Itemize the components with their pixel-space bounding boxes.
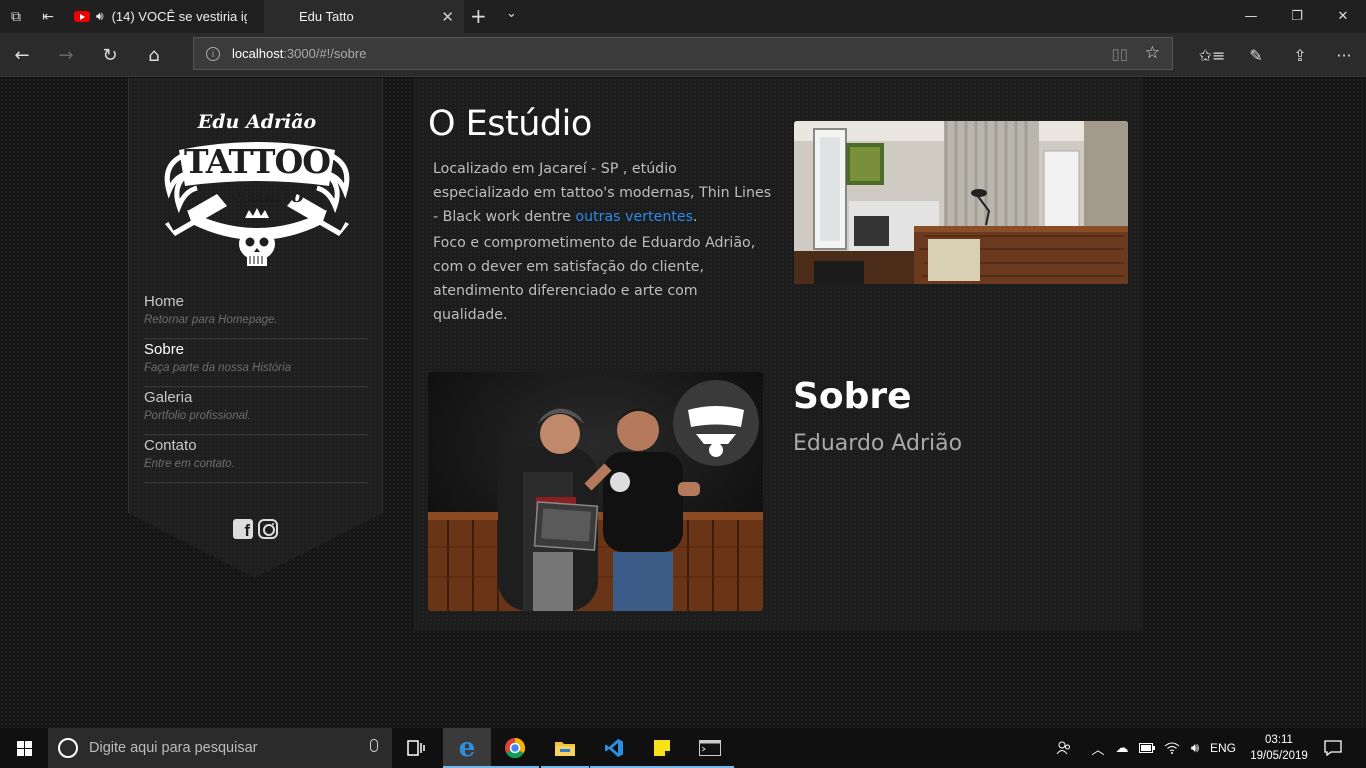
more-icon[interactable]: ···: [1322, 33, 1366, 77]
menu-item-label: Home: [144, 293, 185, 310]
studio-paragraph-2: Foco e comprometimento de Eduardo Adrião…: [433, 235, 756, 323]
studio-description: Localizado em Jacareí - SP , etúdio espe…: [433, 157, 773, 329]
wifi-icon[interactable]: [1160, 728, 1184, 768]
edu-adriao-tattoo-logo[interactable]: Edu Adrião TATTOO Studio: [157, 106, 357, 276]
tab-edu-tatto[interactable]: Edu Tatto ✕: [264, 0, 464, 33]
system-clock[interactable]: 03:11 19/05/2019: [1248, 732, 1310, 764]
reading-view-icon[interactable]: ▯▯: [1111, 45, 1128, 63]
taskbar-search-box[interactable]: Digite aqui para pesquisar: [48, 728, 392, 768]
forward-button[interactable]: →: [44, 33, 88, 77]
menu-item-description: Entre em contato.: [144, 458, 235, 470]
browser-tab-bar: ⧉ ⇤ 🔊︎ (14) VOCÊ se vestiria igual a Edu…: [0, 0, 1366, 33]
minimize-button[interactable]: —: [1228, 0, 1274, 33]
address-toolbar: ← → ↻ ⌂ i localhost:3000/#!/sobre ▯▯ ☆ ✩…: [0, 33, 1366, 77]
show-hidden-icons-chevron[interactable]: ︿: [1088, 728, 1108, 768]
clock-date: 19/05/2019: [1250, 750, 1308, 762]
studio-heading: O Estúdio: [428, 104, 592, 144]
url-path: :3000/#!/sobre: [283, 46, 367, 61]
menu-item-contato[interactable]: Contato Entre em contato.: [144, 435, 368, 483]
social-links: [233, 519, 278, 541]
menu-item-sobre[interactable]: Sobre Faça parte da nossa História: [144, 339, 368, 387]
task-view-icon[interactable]: [392, 728, 440, 768]
url-host: localhost: [232, 46, 284, 61]
terminal-taskbar-icon[interactable]: [686, 728, 734, 768]
instagram-icon[interactable]: [258, 519, 278, 539]
eduardo-adriao-photo: [428, 372, 763, 611]
close-window-button[interactable]: ✕: [1320, 0, 1366, 33]
clock-time: 03:11: [1265, 734, 1293, 746]
refresh-button[interactable]: ↻: [88, 33, 132, 77]
maximize-button[interactable]: ❐: [1274, 0, 1320, 33]
tab-youtube[interactable]: 🔊︎ (14) VOCÊ se vestiria igual a: [64, 0, 264, 33]
favorites-hub-icon[interactable]: ✩≡: [1190, 33, 1234, 77]
menu-item-galeria[interactable]: Galeria Portfolio profissional.: [144, 387, 368, 435]
web-note-icon[interactable]: ✎: [1234, 33, 1278, 77]
menu-item-home[interactable]: Home Retornar para Homepage.: [144, 291, 368, 339]
back-button[interactable]: ←: [0, 33, 44, 77]
battery-icon[interactable]: [1136, 728, 1158, 768]
people-icon[interactable]: [1050, 728, 1078, 768]
windows-taskbar: Digite aqui para pesquisar e ︿ ☁ 🔊︎ ENG …: [0, 728, 1366, 768]
chrome-icon: [505, 737, 526, 759]
close-tab-icon[interactable]: ✕: [441, 8, 454, 26]
input-language[interactable]: ENG: [1208, 728, 1238, 768]
about-subheading: Eduardo Adrião: [793, 431, 963, 456]
vscode-taskbar-icon[interactable]: [590, 728, 638, 768]
main-menu: Home Retornar para Homepage. Sobre Faça …: [144, 291, 368, 483]
studio-paragraph-1: Localizado em Jacareí - SP , etúdio espe…: [433, 157, 773, 229]
terminal-icon: [699, 740, 721, 756]
microphone-icon[interactable]: [370, 739, 378, 752]
menu-item-description: Portfolio profissional.: [144, 410, 251, 422]
logo-line1: Edu Adrião: [197, 111, 317, 133]
tab-preview-chevron-icon[interactable]: ⌄: [506, 6, 517, 21]
set-tabs-aside-icon[interactable]: ⇤: [32, 0, 64, 33]
logo-line2: TATTOO: [184, 142, 330, 181]
tab-list-icon[interactable]: ⧉: [0, 0, 32, 33]
menu-item-description: Retornar para Homepage.: [144, 314, 278, 326]
menu-item-label: Contato: [144, 437, 197, 454]
cortana-icon[interactable]: [58, 738, 78, 758]
studio-text-part: .: [693, 209, 698, 225]
main-content: O Estúdio Localizado em Jacareí - SP , e…: [413, 78, 1143, 631]
facebook-icon[interactable]: [233, 519, 253, 541]
sticky-notes-taskbar-icon[interactable]: [638, 728, 686, 768]
vscode-icon: [605, 739, 623, 757]
chrome-taskbar-icon[interactable]: [491, 728, 539, 768]
edge-icon: e: [458, 733, 476, 763]
windows-logo-icon: [16, 740, 32, 756]
menu-item-label: Galeria: [144, 389, 193, 406]
sticky-notes-icon: [654, 740, 670, 756]
folder-icon: [555, 742, 575, 756]
menu-item-label: Sobre: [144, 341, 185, 358]
favorite-star-icon[interactable]: ☆: [1145, 43, 1160, 63]
site-info-icon[interactable]: i: [206, 46, 220, 61]
file-explorer-taskbar-icon[interactable]: [541, 728, 589, 768]
action-center-icon[interactable]: [1318, 728, 1348, 768]
speaker-icon[interactable]: 🔊︎: [96, 9, 104, 24]
address-field[interactable]: i localhost:3000/#!/sobre ▯▯ ☆: [193, 37, 1173, 70]
home-button[interactable]: ⌂: [132, 33, 176, 77]
volume-icon[interactable]: 🔊︎: [1184, 728, 1206, 768]
onedrive-icon[interactable]: ☁: [1110, 728, 1134, 768]
edge-taskbar-icon[interactable]: e: [443, 728, 491, 768]
about-heading: Sobre: [793, 376, 912, 417]
menu-item-description: Faça parte da nossa História: [144, 362, 292, 374]
sidebar: Edu Adrião TATTOO Studio Home Retornar p…: [128, 78, 383, 578]
outras-vertentes-link[interactable]: outras vertentes: [575, 209, 693, 225]
search-placeholder: Digite aqui para pesquisar: [89, 740, 258, 756]
logo-line3: Studio: [234, 185, 304, 207]
start-button[interactable]: [0, 728, 48, 768]
tab-title: Edu Tatto: [299, 9, 354, 24]
new-tab-button[interactable]: +: [470, 4, 487, 28]
web-page: Edu Adrião TATTOO Studio Home Retornar p…: [0, 78, 1366, 728]
studio-photo: [794, 121, 1128, 284]
tab-title: (14) VOCÊ se vestiria igual a: [111, 9, 247, 24]
share-icon[interactable]: ⇪: [1278, 33, 1322, 77]
youtube-icon: [74, 11, 90, 22]
